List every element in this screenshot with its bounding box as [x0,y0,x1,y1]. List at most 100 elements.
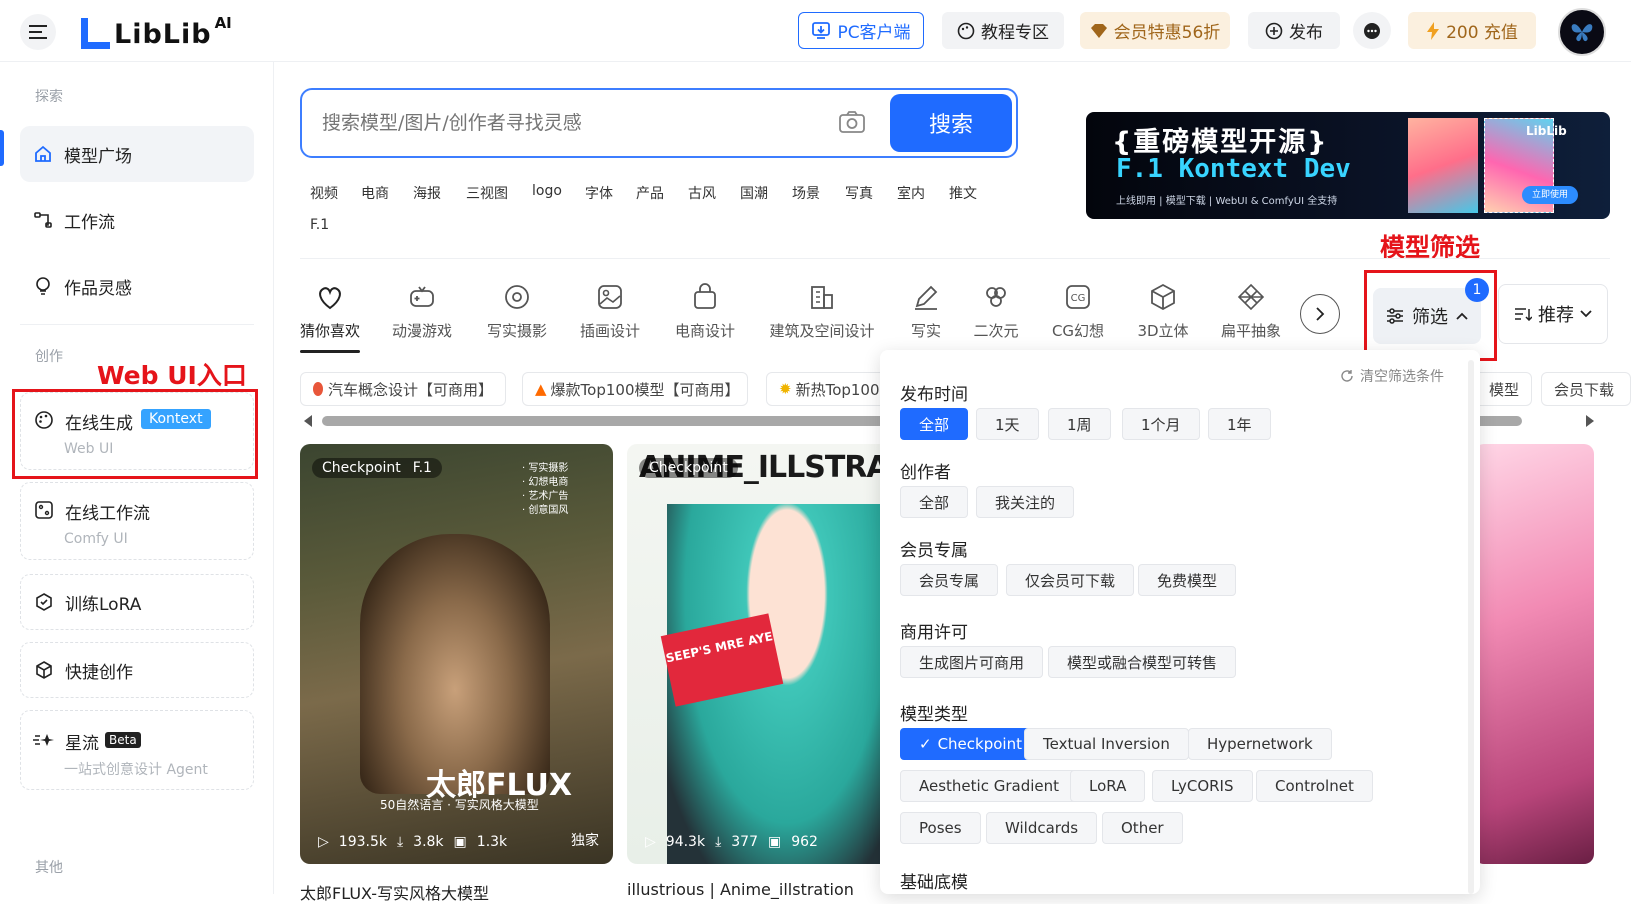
category-label: CG幻想 [1051,322,1105,340]
sidebar-item-sub: 一站式创意设计 Agent [64,762,208,778]
category-next-button[interactable] [1300,294,1340,334]
filter-option[interactable]: 我关注的 [976,486,1075,518]
points-recharge-button[interactable]: 200 充值 [1408,12,1536,49]
pill-member-download[interactable]: 会员下载 [1541,372,1631,406]
category-tab[interactable]: 电商设计 [645,282,765,341]
gamepad-icon [410,286,434,307]
publish-button[interactable]: 发布 [1248,12,1340,49]
bag-icon [694,283,716,309]
search-tag[interactable]: 字体 [585,183,613,203]
messages-button[interactable] [1353,12,1391,49]
pill-top100[interactable]: ▲ 爆款Top100模型【可商用】 [522,372,748,406]
pill-label: 汽车概念设计【可商用】 [327,380,493,399]
search-tag[interactable]: 古风 [688,183,716,203]
filter-option[interactable]: Poses [900,812,981,844]
filter-section-title: 模型类型 [900,705,968,725]
logo-ai: AI [214,14,232,32]
filter-option[interactable]: 免费模型 [1138,564,1237,596]
filter-option[interactable]: Textual Inversion [1024,728,1189,760]
search-tag[interactable]: 推文 [949,183,977,203]
clear-filters-button[interactable]: 清空筛选条件 [1340,366,1444,386]
pill-car-concept[interactable]: 汽车概念设计【可商用】 [300,372,506,406]
chevron-right-icon [1316,307,1325,321]
diamond-icon [1090,23,1107,38]
category-tab[interactable]: 扁平抽象 [1191,282,1311,341]
filter-option[interactable]: ✓ Checkpoint [900,728,1041,760]
search-tag[interactable]: 写真 [845,183,873,203]
filter-option[interactable]: LyCORIS [1152,770,1253,802]
model-card-taro[interactable]: Checkpoint F.1 · 写实摄影 · 幻想电商 · 艺术广告 · 创意… [300,444,613,864]
sidebar-item-model-square[interactable]: 模型广场 [20,126,254,182]
promo-banner[interactable]: {重磅模型开源} F.1 Kontext Dev 上线即用 | 模型下载 | W… [1086,112,1610,219]
card-title[interactable]: illustrious | Anime_illstration [627,880,854,899]
sidebar-item-star-flow[interactable]: 星流 Beta 一站式创意设计 Agent [20,710,254,790]
filter-option[interactable]: 全部 [900,486,969,518]
card-downloads: 377 [731,834,758,850]
category-tab[interactable]: 建筑及空间设计 [762,282,882,341]
filter-option[interactable]: Other [1102,812,1183,844]
search-tag[interactable]: logo [532,183,562,199]
filter-option[interactable]: 1年 [1208,408,1271,440]
filter-option[interactable]: Controlnet [1256,770,1373,802]
search-tag[interactable]: 国潮 [740,183,768,203]
box-icon [33,659,55,681]
camera-icon[interactable] [838,110,866,138]
sidebar-item-label: 模型广场 [64,146,132,167]
filter-option[interactable]: Aesthetic Gradient [900,770,1079,802]
search-tag[interactable]: 场景 [792,183,820,203]
filter-option[interactable]: Wildcards [986,812,1098,844]
filter-option[interactable]: 1周 [1048,408,1111,440]
filter-option[interactable]: 模型或融合模型可转售 [1048,646,1237,678]
category-label: 电商设计 [674,322,735,340]
search-tag[interactable]: 视频 [310,183,338,203]
filter-option[interactable]: 会员专属 [900,564,999,596]
plus-circle-icon [1265,22,1283,39]
filter-option[interactable]: 全部 [900,408,969,440]
card-views: 94.3k [665,834,706,850]
pill-new-hot[interactable]: ✹ 新热Top100 [766,372,886,406]
filter-option[interactable]: 仅会员可下载 [1006,564,1135,596]
sidebar-item-quick-create[interactable]: 快捷创作 [20,642,254,698]
sidebar-item-inspiration[interactable]: 作品灵感 [20,258,254,314]
scroll-right-arrow[interactable] [1586,415,1594,427]
pill-model[interactable]: 模型 [1472,372,1532,406]
filter-option[interactable]: LoRA [1070,770,1146,802]
search-input[interactable] [322,104,802,142]
search-tag[interactable]: F.1 [310,217,329,233]
search-tag[interactable]: 室内 [897,183,925,203]
filter-highlight-box [1364,270,1497,361]
sort-recommend-button[interactable]: 推荐 [1498,284,1608,344]
card-type: Checkpoint [649,460,728,476]
search-tag[interactable]: 三视图 [466,183,508,203]
card-type: Checkpoint [322,460,401,476]
menu-icon[interactable] [20,14,56,50]
filter-scrollbar[interactable] [1468,360,1474,894]
scroll-left-arrow[interactable] [304,415,312,427]
model-card-pink[interactable] [1474,444,1594,864]
sidebar-item-workflow[interactable]: 工作流 [20,192,254,248]
filter-option[interactable]: 生成图片可商用 [900,646,1044,678]
search-tag[interactable]: 电商 [361,183,389,203]
tutorials-button[interactable]: 教程专区 [942,12,1064,49]
filter-option-label: 全部 [919,493,950,512]
pc-client-button[interactable]: PC客户端 [798,12,924,49]
user-avatar[interactable] [1558,8,1606,56]
card-title[interactable]: 太郎FLUX-写实风格大模型 [300,880,489,904]
pill-label: 新热Top100 [795,380,880,399]
banner-cta-button[interactable]: 立即使用 [1522,186,1579,204]
search-button[interactable]: 搜索 [890,94,1012,152]
search-tag[interactable]: 产品 [636,183,664,203]
filter-option-label: 会员专属 [919,571,980,590]
sidebar-item-train-lora[interactable]: 训练LoRA [20,574,254,630]
filter-option[interactable]: 1天 [976,408,1039,440]
filter-option[interactable]: Hypernetwork [1188,728,1332,760]
sidebar-item-online-workflow[interactable]: 在线工作流 Comfy UI [20,482,254,560]
publish-label: 发布 [1289,23,1323,43]
membership-button[interactable]: 会员特惠56折 [1080,12,1230,49]
banner-brand: LibLib [1526,124,1567,138]
filter-option[interactable]: 1个月 [1122,408,1200,440]
search-tag[interactable]: 海报 [413,183,441,203]
check-icon: ✓ [919,735,932,753]
card-feature: · 写实摄影 [522,463,569,474]
logo[interactable]: LibLib AI [78,14,232,50]
